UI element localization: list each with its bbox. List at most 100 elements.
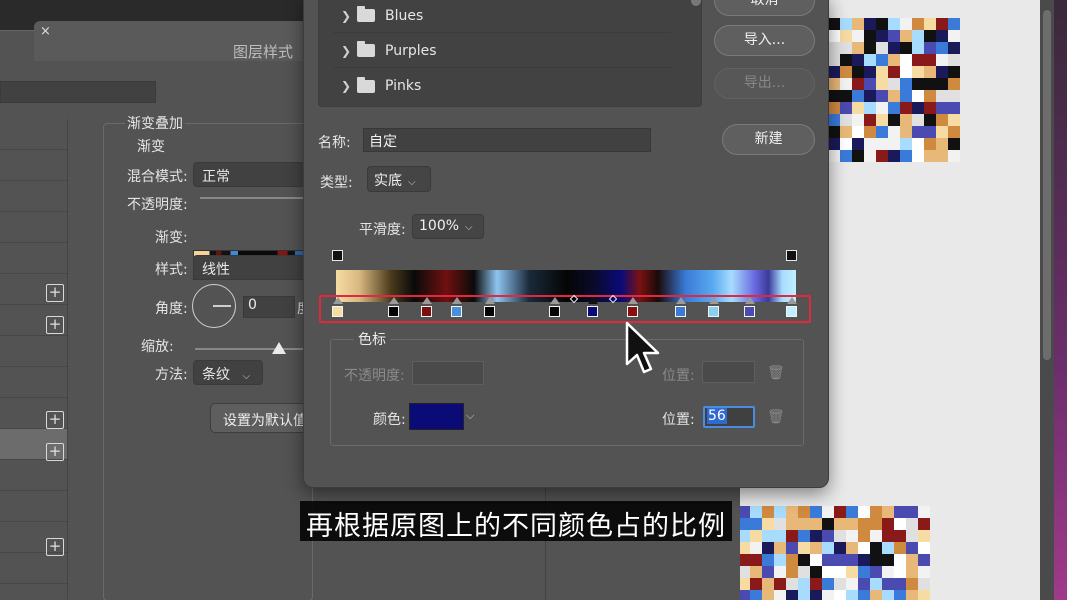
color-stop[interactable] bbox=[484, 306, 495, 317]
chevron-right-icon[interactable]: ❯ bbox=[341, 44, 357, 58]
cancel-button[interactable]: 取消 bbox=[714, 0, 815, 16]
color-stop-tip bbox=[452, 297, 462, 304]
chevron-right-icon[interactable]: ❯ bbox=[341, 79, 357, 93]
style-list-row[interactable] bbox=[0, 243, 67, 274]
add-style-icon[interactable]: + bbox=[46, 411, 64, 429]
style-select[interactable]: 线性 bbox=[193, 255, 305, 280]
export-button[interactable]: 导出... bbox=[714, 68, 815, 99]
color-stop[interactable] bbox=[549, 306, 560, 317]
style-list-row[interactable] bbox=[0, 150, 67, 181]
preset-folder-pinks[interactable]: ❯ Pinks bbox=[333, 69, 671, 103]
color-stop[interactable] bbox=[388, 306, 399, 317]
color-stop[interactable] bbox=[627, 306, 638, 317]
pixel-cell bbox=[894, 554, 906, 566]
angle-input[interactable]: 0 bbox=[243, 296, 295, 318]
pixel-cell bbox=[858, 590, 870, 600]
style-list-row[interactable] bbox=[0, 212, 67, 243]
pixel-cell bbox=[762, 578, 774, 590]
pixel-cell bbox=[846, 590, 858, 600]
stop-color-swatch[interactable] bbox=[409, 403, 464, 430]
add-style-icon[interactable]: + bbox=[46, 538, 64, 556]
color-stop[interactable] bbox=[744, 306, 755, 317]
preset-folder-purples[interactable]: ❯ Purples bbox=[333, 34, 671, 68]
pixel-cell bbox=[912, 114, 924, 126]
close-icon[interactable]: × bbox=[40, 24, 51, 39]
add-style-icon[interactable]: + bbox=[46, 443, 64, 461]
pixel-cell bbox=[948, 90, 960, 102]
pixel-cell bbox=[864, 30, 876, 42]
style-list-row[interactable] bbox=[0, 553, 67, 584]
pixel-cell bbox=[840, 30, 852, 42]
method-select[interactable]: 条纹 ⌵ bbox=[193, 360, 263, 385]
pixel-cell bbox=[906, 518, 918, 530]
pixel-cell bbox=[894, 518, 906, 530]
chevron-down-icon[interactable]: ⌵ bbox=[466, 409, 474, 423]
pixel-cell bbox=[858, 554, 870, 566]
smoothness-select[interactable]: 100% ⌵ bbox=[412, 214, 484, 239]
delete-color-stop-icon[interactable]: 🗑 bbox=[767, 410, 785, 424]
pixel-cell bbox=[834, 578, 846, 590]
type-select[interactable]: 实底 ⌵ bbox=[367, 166, 431, 192]
style-list-row[interactable] bbox=[0, 491, 67, 522]
pixel-cell bbox=[858, 578, 870, 590]
pixel-cell bbox=[876, 42, 888, 54]
presets-scrollbar[interactable] bbox=[691, 0, 701, 6]
gradient-editor-dialog: ❯ Blues ❯ Purples ❯ Pinks 取消 导入... 导出...… bbox=[303, 0, 829, 488]
pixel-cell bbox=[936, 90, 948, 102]
color-stop[interactable] bbox=[675, 306, 686, 317]
add-style-icon[interactable]: + bbox=[46, 316, 64, 334]
pixel-cell bbox=[912, 150, 924, 162]
opacity-stop-left[interactable] bbox=[332, 250, 343, 261]
pixel-cell bbox=[786, 518, 798, 530]
stop-position-input[interactable] bbox=[702, 361, 755, 383]
pixel-cell bbox=[798, 542, 810, 554]
style-list-row[interactable] bbox=[0, 181, 67, 212]
pixel-cell bbox=[786, 578, 798, 590]
canvas-scroll-thumb[interactable] bbox=[1043, 10, 1051, 360]
pixel-cell bbox=[786, 506, 798, 518]
color-stop[interactable] bbox=[786, 306, 797, 317]
style-list-row[interactable] bbox=[0, 460, 67, 491]
new-button[interactable]: 新建 bbox=[722, 124, 815, 155]
color-stop-selected[interactable] bbox=[587, 306, 598, 317]
delete-opacity-stop-icon[interactable]: 🗑 bbox=[767, 366, 785, 380]
pixel-cell bbox=[828, 90, 840, 102]
pixel-cell bbox=[888, 54, 900, 66]
style-list-row[interactable] bbox=[0, 367, 67, 398]
pixel-cell bbox=[900, 18, 912, 30]
pixel-cell bbox=[900, 66, 912, 78]
add-style-icon[interactable]: + bbox=[46, 284, 64, 302]
pixel-cell bbox=[870, 566, 882, 578]
chevron-right-icon[interactable]: ❯ bbox=[341, 9, 357, 23]
pixel-cell bbox=[912, 90, 924, 102]
color-position-label: 位置: bbox=[662, 412, 695, 428]
stop-opacity-select[interactable] bbox=[412, 361, 484, 385]
gradient-name-input[interactable]: 自定 bbox=[363, 128, 651, 152]
scale-slider-knob[interactable] bbox=[272, 342, 286, 354]
color-stop[interactable] bbox=[332, 306, 343, 317]
layer-style-search[interactable] bbox=[0, 81, 156, 103]
pixel-cell bbox=[828, 114, 840, 126]
color-position-value: 56 bbox=[707, 408, 727, 424]
pixel-cell bbox=[876, 102, 888, 114]
pixel-cell bbox=[948, 54, 960, 66]
preset-folder-blues[interactable]: ❯ Blues bbox=[333, 0, 671, 33]
name-label: 名称: bbox=[318, 135, 351, 151]
pixel-cell bbox=[834, 530, 846, 542]
scale-slider[interactable] bbox=[195, 348, 305, 350]
color-stop[interactable] bbox=[451, 306, 462, 317]
import-button[interactable]: 导入... bbox=[714, 25, 815, 56]
opacity-stop-right[interactable] bbox=[786, 250, 797, 261]
set-default-button[interactable]: 设置为默认值 bbox=[210, 403, 310, 433]
pixel-cell bbox=[852, 126, 864, 138]
pixel-cell bbox=[936, 42, 948, 54]
color-stop[interactable] bbox=[708, 306, 719, 317]
pixel-cell bbox=[924, 126, 936, 138]
blend-mode-select[interactable]: 正常 bbox=[193, 162, 305, 187]
opacity-slider[interactable] bbox=[200, 197, 305, 199]
color-position-input[interactable]: 56 bbox=[703, 406, 755, 428]
angle-dial[interactable] bbox=[192, 284, 236, 328]
color-stop[interactable] bbox=[421, 306, 432, 317]
style-list-row[interactable] bbox=[0, 336, 67, 367]
style-list-row[interactable] bbox=[0, 119, 67, 150]
